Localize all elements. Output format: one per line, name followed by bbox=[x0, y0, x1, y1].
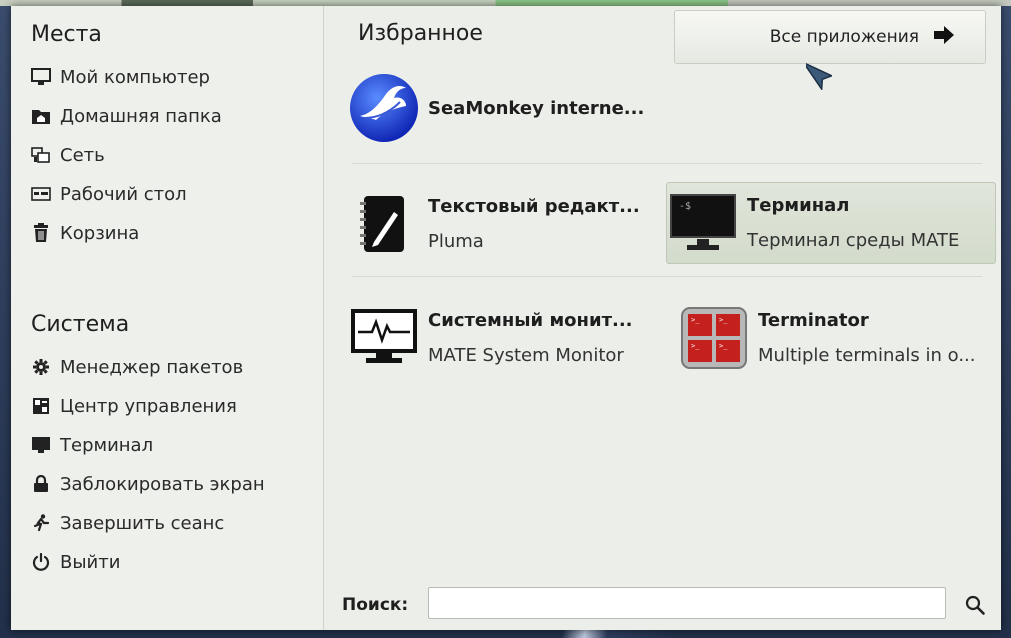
system-item-label: Менеджер пакетов bbox=[60, 356, 244, 378]
network-icon bbox=[29, 145, 53, 165]
search-input[interactable] bbox=[428, 587, 946, 619]
favorite-app-terminator[interactable]: >_ >_ >_ >_ Terminator Multiple terminals i… bbox=[678, 298, 998, 378]
system-title: Система bbox=[31, 312, 130, 337]
all-applications-label: Все приложения bbox=[769, 27, 919, 47]
system-item-label: Терминал bbox=[60, 434, 154, 456]
places-item-home[interactable]: Домашняя папка bbox=[29, 101, 222, 131]
svg-text:>_: >_ bbox=[691, 316, 700, 324]
places-item-desktop[interactable]: Рабочий стол bbox=[29, 179, 187, 209]
system-item-terminal[interactable]: Терминал bbox=[29, 430, 153, 460]
favorite-app-seamonkey[interactable]: SeaMonkey interne... bbox=[348, 68, 668, 148]
app-name: Текстовый редакт... bbox=[428, 196, 640, 217]
home-folder-icon bbox=[29, 106, 53, 126]
text-editor-icon bbox=[348, 188, 420, 260]
favorite-app-system-monitor[interactable]: Системный монит... MATE System Monitor bbox=[348, 298, 668, 378]
search-label: Поиск: bbox=[342, 595, 409, 615]
divider bbox=[352, 276, 982, 277]
places-item-trash[interactable]: Корзина bbox=[29, 218, 139, 248]
places-item-network[interactable]: Сеть bbox=[29, 140, 105, 170]
places-title: Места bbox=[31, 22, 102, 47]
places-item-label: Корзина bbox=[60, 222, 140, 244]
places-item-label: Домашняя папка bbox=[60, 105, 222, 127]
places-item-computer[interactable]: Мой компьютер bbox=[29, 62, 210, 92]
svg-text:>_: >_ bbox=[719, 316, 728, 324]
system-item-label: Завершить сеанс bbox=[60, 512, 225, 534]
desktop-icon bbox=[29, 184, 53, 204]
terminal-icon bbox=[29, 435, 53, 455]
app-name: Терминал bbox=[747, 195, 850, 216]
control-center-icon bbox=[29, 396, 53, 416]
svg-text:>_: >_ bbox=[719, 342, 728, 350]
gear-icon bbox=[29, 357, 53, 377]
application-menu: Места Мой компьютер Домашняя папка Сеть … bbox=[11, 6, 1001, 630]
search-icon[interactable] bbox=[964, 594, 986, 616]
mouse-cursor-icon bbox=[806, 60, 832, 90]
system-item-logout[interactable]: Завершить сеанс bbox=[29, 508, 224, 538]
seamonkey-icon bbox=[348, 72, 420, 144]
favorites-pane: Избранное Все приложения SeaMonkey inter bbox=[324, 6, 1001, 630]
svg-text:-$: -$ bbox=[679, 201, 691, 212]
places-item-label: Сеть bbox=[60, 144, 105, 166]
system-item-quit[interactable]: Выйти bbox=[29, 547, 120, 577]
places-item-label: Рабочий стол bbox=[60, 183, 187, 205]
system-monitor-icon bbox=[348, 302, 420, 374]
favorite-app-text-editor[interactable]: Текстовый редакт... Pluma bbox=[348, 184, 668, 264]
system-item-control-center[interactable]: Центр управления bbox=[29, 391, 237, 421]
system-item-package-manager[interactable]: Менеджер пакетов bbox=[29, 352, 243, 382]
places-item-label: Мой компьютер bbox=[60, 66, 210, 88]
system-item-lock-screen[interactable]: Заблокировать экран bbox=[29, 469, 265, 499]
arrow-right-icon bbox=[933, 25, 955, 50]
trash-icon bbox=[29, 223, 53, 243]
monitor-icon bbox=[29, 67, 53, 87]
terminal-icon: -$ bbox=[667, 187, 739, 259]
app-description: MATE System Monitor bbox=[428, 345, 624, 366]
system-item-label: Выйти bbox=[60, 551, 121, 573]
app-name: SeaMonkey interne... bbox=[428, 97, 645, 119]
lock-icon bbox=[29, 474, 53, 494]
logout-icon bbox=[29, 513, 53, 533]
terminator-icon: >_ >_ >_ >_ bbox=[678, 302, 750, 374]
left-pane: Места Мой компьютер Домашняя папка Сеть … bbox=[11, 6, 324, 630]
system-item-label: Центр управления bbox=[60, 395, 237, 417]
app-name: Системный монит... bbox=[428, 310, 633, 331]
app-description: Pluma bbox=[428, 231, 484, 252]
favorites-title: Избранное bbox=[358, 21, 483, 46]
svg-text:>_: >_ bbox=[691, 342, 700, 350]
system-item-label: Заблокировать экран bbox=[60, 473, 265, 495]
app-description: Multiple terminals in o... bbox=[758, 345, 976, 366]
divider bbox=[352, 163, 982, 164]
power-icon bbox=[29, 552, 53, 572]
favorite-app-terminal[interactable]: -$ Терминал Терминал среды MATE bbox=[666, 182, 996, 264]
app-name: Terminator bbox=[758, 310, 869, 331]
app-description: Терминал среды MATE bbox=[747, 230, 960, 251]
